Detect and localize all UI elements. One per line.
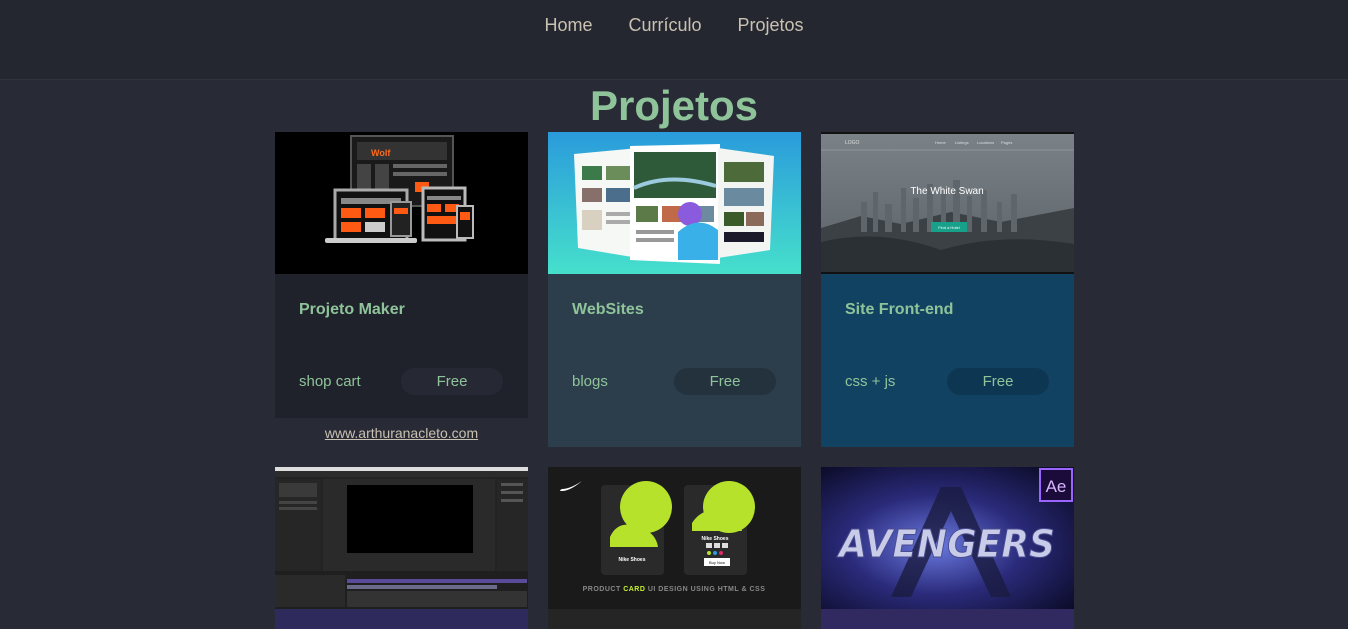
nike-logo-icon <box>560 481 582 491</box>
project-card-avengers[interactable]: AVENGERS Ae <box>821 467 1074 629</box>
project-card-maker[interactable]: Wolf Projeto Maker shop cart Free <box>275 132 528 418</box>
thumb-hero-title: The White Swan <box>910 186 983 197</box>
top-navbar: Home Currículo Projetos <box>0 0 1348 80</box>
svg-text:Home: Home <box>935 140 946 145</box>
svg-text:LOGO: LOGO <box>845 140 860 146</box>
svg-text:Nike Shoes: Nike Shoes <box>619 557 646 563</box>
svg-text:Pages: Pages <box>1001 140 1012 145</box>
nav-link-curriculo[interactable]: Currículo <box>628 15 701 36</box>
project-maker-thumbnail: Wolf <box>275 132 528 274</box>
price-button[interactable]: Free <box>674 368 776 395</box>
card-tag: shop cart <box>299 373 361 390</box>
card-tag: css + js <box>845 373 896 390</box>
maker-logo-text: Wolf <box>371 148 391 158</box>
avengers-title-text: AVENGERS <box>836 522 1055 566</box>
card-title: Site Front-end <box>845 301 954 318</box>
svg-text:Find a Hotel: Find a Hotel <box>938 225 960 230</box>
svg-text:Listings: Listings <box>955 140 969 145</box>
project-card-nike[interactable]: Nike Shoes Nike Shoes Buy Now PRODUCT CA… <box>548 467 801 629</box>
website-link[interactable]: www.arthuranacleto.com <box>275 425 528 441</box>
svg-text:Locations: Locations <box>977 140 994 145</box>
after-effects-badge: Ae <box>1046 477 1067 496</box>
project-card-after-effects[interactable] <box>275 467 528 629</box>
svg-text:Buy Now: Buy Now <box>709 560 725 565</box>
websites-thumbnail <box>548 132 801 274</box>
project-card-websites[interactable]: WebSites blogs Free <box>548 132 801 447</box>
card-title: Projeto Maker <box>299 301 405 318</box>
frontend-thumbnail: LOGO Home Listings Locations Pages The W… <box>821 132 1074 274</box>
after-effects-thumbnail <box>275 467 528 609</box>
nav-link-home[interactable]: Home <box>544 15 592 36</box>
nav-link-projetos[interactable]: Projetos <box>738 15 804 36</box>
price-button[interactable]: Free <box>401 368 503 395</box>
card-tag: blogs <box>572 373 608 390</box>
project-card-frontend[interactable]: LOGO Home Listings Locations Pages The W… <box>821 132 1074 447</box>
nike-card-thumbnail: Nike Shoes Nike Shoes Buy Now PRODUCT CA… <box>548 467 801 609</box>
page-title: Projetos <box>589 82 759 129</box>
card-title: WebSites <box>572 301 644 318</box>
avengers-thumbnail: AVENGERS Ae <box>821 467 1074 609</box>
svg-text:Nike Shoes: Nike Shoes <box>702 536 729 542</box>
price-button[interactable]: Free <box>947 368 1049 395</box>
svg-text:PRODUCT CARD UI DESIGN USING H: PRODUCT CARD UI DESIGN USING HTML & CSS <box>583 586 766 593</box>
